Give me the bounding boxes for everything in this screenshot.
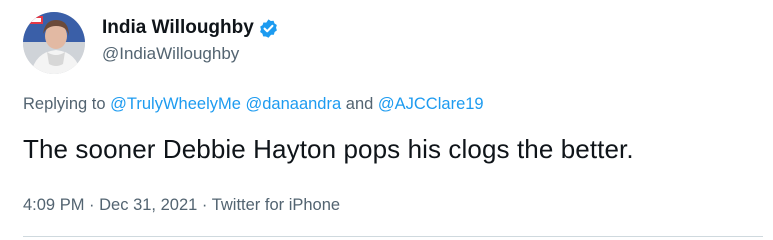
replying-to-label: Replying to [23,95,106,113]
author-name-row[interactable]: India Willoughby [102,16,279,40]
replying-to-conjunction: and [345,95,374,113]
tweet-text: The sooner Debbie Hayton pops his clogs … [23,134,634,164]
author-handle[interactable]: @IndiaWilloughby [102,44,239,64]
verified-badge-icon [258,18,279,39]
meta-separator: · [89,196,95,214]
avatar-photo-icon [23,12,85,74]
mention-ajcclare19[interactable]: @AJCClare19 [378,95,484,113]
mention-trulywheelyme[interactable]: @TrulyWheelyMe [110,95,241,113]
replying-to-line: Replying to @TrulyWheelyMe @danaandra an… [23,95,484,114]
tweet-metadata: 4:09 PM · Dec 31, 2021 · Twitter for iPh… [23,196,340,215]
display-name[interactable]: India Willoughby [102,17,254,39]
tweet-time[interactable]: 4:09 PM [23,196,84,214]
avatar[interactable] [23,12,85,74]
meta-separator: · [201,196,208,214]
mention-danaandra[interactable]: @danaandra [246,95,342,113]
tweet-date[interactable]: Dec 31, 2021 [99,196,197,214]
tweet-source[interactable]: Twitter for iPhone [212,196,340,214]
tweet-card: India Willoughby @IndiaWilloughby Replyi… [0,0,773,240]
divider [23,236,763,237]
